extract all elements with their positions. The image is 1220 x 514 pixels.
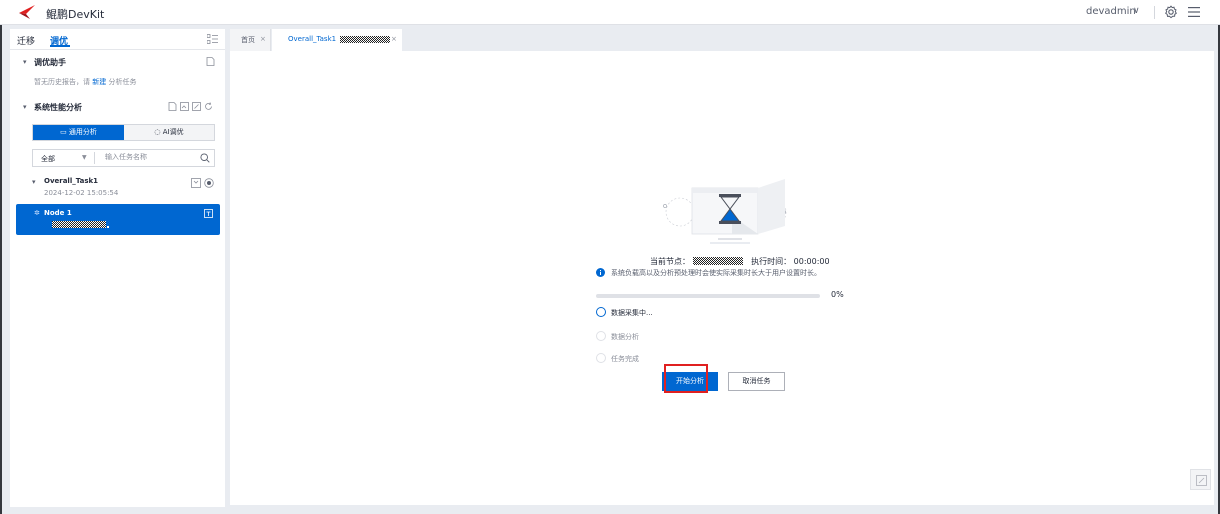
info-icon [596,268,605,277]
tab-home-label: 首页 [241,36,255,44]
cancel-task-button[interactable]: 取消任务 [728,372,785,391]
masked-current-node [692,257,743,265]
masked-tab-suffix [340,36,390,43]
hamburger-menu-icon[interactable] [1188,6,1200,18]
list-collapse-icon[interactable] [207,34,218,44]
tab-overall-task[interactable]: Overall_Task1 × [272,29,402,51]
tuning-assistant-title[interactable]: 调优助手 [34,57,66,68]
import-icon[interactable] [168,102,177,111]
filter-divider [94,152,95,164]
new-task-link[interactable]: 新建 [92,78,106,86]
exec-time-label: 执行时间： [751,257,792,266]
task-actions-icon[interactable] [191,178,215,188]
main-panel: 当前节点： 执行时间： 00:00:00 系统负载高以及分析预处理时会使实际采集… [230,51,1214,505]
monitor-icon: ▭ [60,128,69,136]
node-report-icon[interactable] [204,209,213,218]
tab-strip: 首页 × Overall_Task1 × [230,29,1214,51]
kunpeng-logo-icon [19,5,35,19]
gear-icon[interactable] [1164,5,1178,19]
search-icon[interactable] [200,153,210,163]
step-label: 任务完成 [611,355,639,363]
analysis-mode-switch: ▭ 通用分析 ◌ AI调优 [32,124,215,141]
step-complete: 任务完成 [596,353,716,365]
task-filter: 全部 ▼ [32,149,215,167]
import-report-icon[interactable] [206,57,215,66]
general-analysis-tab[interactable]: ▭ 通用分析 [33,125,124,140]
task-search-input[interactable] [105,153,195,161]
active-tab-indicator [50,45,70,47]
edit-note-icon [1196,475,1207,486]
robot-icon: ◌ [154,128,163,136]
ai-tuning-tab[interactable]: ◌ AI调优 [124,125,214,140]
tab-task-label: Overall_Task1 [288,35,337,43]
current-node-label: 当前节点： [650,257,690,266]
start-analysis-button[interactable]: 开始分析 [662,372,718,391]
tab-home[interactable]: 首页 × [230,29,271,51]
node-name: Node 1 [44,209,72,217]
brand-title: 鲲鹏DevKit [46,8,105,21]
caret-down-icon[interactable]: ▼ [82,154,87,161]
top-bar: 鲲鹏DevKit devadmin ∨ [0,0,1220,25]
loading-spinner-icon: ✲ [34,209,40,217]
node-item-selected[interactable]: ✲ Node 1 [16,204,220,235]
caret-down-icon[interactable]: ▾ [32,178,36,186]
edit-icon[interactable] [192,102,201,111]
panel-divider [10,49,225,50]
step-label: 数据采集中... [611,309,653,317]
load-warning-text: 系统负载高以及分析预处理时会使实际采集时长大于用户设置时长。 [611,269,821,277]
hourglass-illustration-icon [663,179,787,244]
no-history-hint: 暂无历史报告，请 新建 分析任务 [34,77,136,87]
system-analysis-title[interactable]: 系统性能分析 [34,102,82,113]
ai-tuning-label: AI调优 [162,128,184,136]
close-icon[interactable]: × [260,35,266,43]
exec-time-value: 00:00:00 [793,257,830,266]
floating-feedback-button[interactable] [1190,469,1211,490]
progress-percent: 0% [831,290,844,299]
left-panel: 迁移 调优 ▾ 调优助手 暂无历史报告，请 新建 分析任务 ▾ 系统性能分析 ▭… [10,29,225,507]
scope-select[interactable]: 全部 [41,154,55,164]
node-dot [107,226,109,228]
step-label: 数据分析 [611,333,639,341]
step-idle-circle-icon [596,331,606,341]
chevron-down-icon[interactable]: ∨ [1133,6,1140,16]
window-edge-left [0,25,2,514]
caret-down-icon[interactable]: ▾ [23,58,27,66]
task-name[interactable]: Overall_Task1 [44,177,98,185]
hint-text: 暂无历史报告，请 [34,78,90,86]
masked-node-ip [52,221,106,228]
header-divider [1154,6,1155,19]
step-analysis: 数据分析 [596,331,716,343]
tab-migrate[interactable]: 迁移 [17,34,35,47]
refresh-icon[interactable] [204,102,213,111]
step-collecting: 数据采集中... [596,307,716,319]
task-time: 2024-12-02 15:05:54 [44,189,119,197]
progress-bar [596,294,820,298]
user-menu[interactable]: devadmin [1086,6,1136,17]
general-analysis-label: 通用分析 [68,128,97,136]
step-idle-circle-icon [596,353,606,363]
current-node-status: 当前节点： 执行时间： 00:00:00 [650,256,830,267]
step-active-circle-icon [596,307,606,317]
caret-down-icon[interactable]: ▾ [23,103,27,111]
close-icon[interactable]: × [391,35,397,43]
hint-suffix-text: 分析任务 [108,78,137,86]
export-icon[interactable] [180,102,189,111]
